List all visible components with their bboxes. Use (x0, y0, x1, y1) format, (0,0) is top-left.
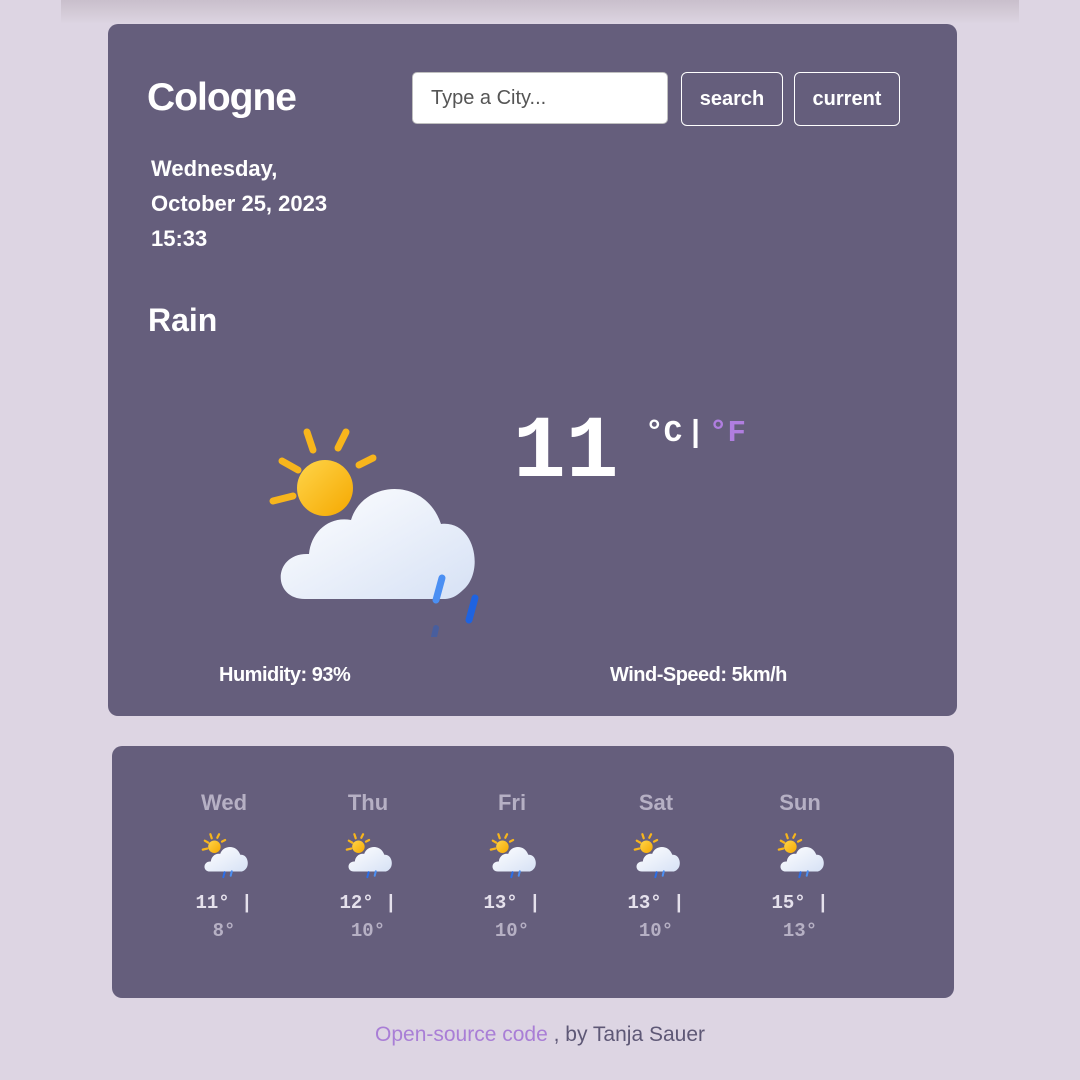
weekday: Wednesday, (151, 156, 278, 181)
forecast-max-temp: 13° | (483, 892, 541, 914)
forecast-day-name: Fri (497, 790, 527, 815)
fahrenheit-link[interactable]: °F (709, 416, 746, 451)
footer-author: , by Tanja Sauer (547, 1023, 705, 1046)
forecast-min-temp: 8° (212, 920, 236, 942)
search-button[interactable]: search (681, 72, 783, 126)
wind-speed: Wind-Speed: 5km/h (610, 664, 787, 686)
time: 15:33 (151, 226, 208, 251)
forecast-day: Wed 11° | 8° (174, 790, 274, 942)
humidity: Humidity: 93% (219, 664, 351, 686)
forecast-day-name: Thu (347, 790, 389, 815)
date-time: Wednesday, October 25, 2023 15:33 (151, 151, 327, 256)
forecast-min-temp: 13° (782, 920, 818, 942)
sun-cloud-rain-icon (628, 832, 684, 880)
city-search-input[interactable] (412, 72, 668, 124)
forecast-day: Thu 12° | 10° (318, 790, 418, 942)
sun-cloud-rain-icon (196, 832, 252, 880)
date: October 25, 2023 (151, 191, 328, 216)
open-source-link[interactable]: Open-source code (375, 1023, 548, 1046)
forecast-day: Sat 13° | 10° (606, 790, 706, 942)
weather-condition: Rain (148, 302, 218, 338)
unit-switcher: °C | °F (645, 416, 746, 451)
city-name: Cologne (147, 76, 297, 119)
forecast-day-name: Sat (638, 790, 674, 815)
forecast-max-temp: 11° | (195, 892, 253, 914)
footer: Open-source code , by Tanja Sauer (0, 1023, 1080, 1047)
sun-cloud-rain-icon (772, 832, 828, 880)
current-temperature: 11 (513, 404, 619, 503)
forecast-max-temp: 15° | (771, 892, 829, 914)
forecast-panel: Wed 11° | 8° Thu 12° | 10° Fri 13° | 10°… (112, 746, 954, 998)
forecast-day-name: Wed (200, 790, 248, 815)
forecast-max-temp: 13° | (627, 892, 685, 914)
forecast-day: Sun 15° | 13° (750, 790, 850, 942)
sun-cloud-rain-icon (340, 832, 396, 880)
forecast-min-temp: 10° (494, 920, 530, 942)
sun-cloud-rain-icon (269, 428, 479, 637)
celsius-link[interactable]: °C (645, 416, 682, 451)
forecast-day-name: Sun (779, 790, 821, 815)
current-weather-card: Cologne search current Wednesday, Octobe… (108, 24, 957, 716)
top-strip (61, 0, 1019, 24)
forecast-max-temp: 12° | (339, 892, 397, 914)
forecast-day: Fri 13° | 10° (462, 790, 562, 942)
current-location-button[interactable]: current (794, 72, 900, 126)
forecast-min-temp: 10° (350, 920, 386, 942)
unit-separator: | (686, 416, 705, 451)
forecast-min-temp: 10° (638, 920, 674, 942)
sun-cloud-rain-icon (484, 832, 540, 880)
